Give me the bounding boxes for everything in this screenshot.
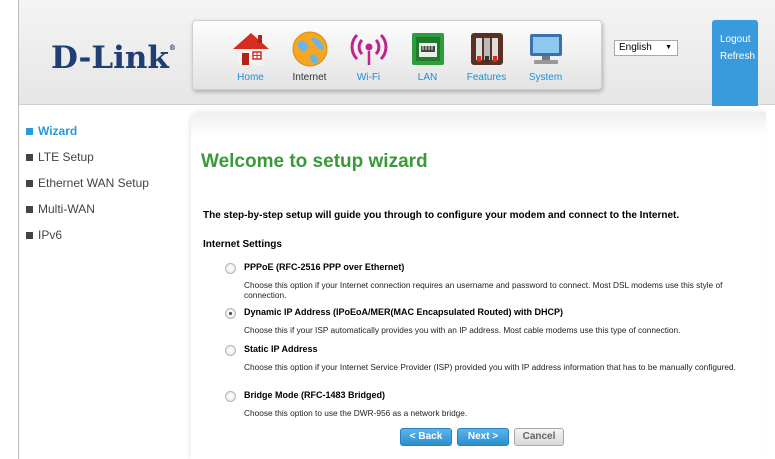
option-label: Bridge Mode (RFC-1483 Bridged) (244, 390, 386, 400)
page-title: Welcome to setup wizard (201, 151, 428, 172)
nav-system-label: System (528, 72, 563, 83)
refresh-link[interactable]: Refresh (712, 51, 758, 62)
cancel-button[interactable]: Cancel (514, 428, 564, 446)
sidebar-item-multi-wan[interactable]: Multi-WAN (26, 196, 149, 222)
square-bullet-icon (26, 231, 33, 239)
sidebar: Wizard LTE Setup Ethernet WAN Setup Mult… (26, 118, 149, 248)
sidebar-item-lte-setup[interactable]: LTE Setup (26, 144, 149, 170)
globe-icon (292, 31, 327, 67)
sidebar-item-label: Wizard (38, 124, 78, 138)
content-panel-shade (191, 112, 766, 136)
option-description: Choose this option to use the DWR-956 as… (244, 408, 468, 418)
wifi-icon (350, 33, 387, 65)
computer-icon (529, 34, 562, 64)
nav-home[interactable]: Home (221, 21, 280, 91)
sidebar-item-wizard[interactable]: Wizard (26, 118, 149, 144)
sidebar-item-ipv6[interactable]: IPv6 (26, 222, 149, 248)
intro-text: The step-by-step setup will guide you th… (203, 210, 680, 221)
nav-lan-label: LAN (417, 72, 438, 83)
nav-home-label: Home (237, 72, 264, 83)
account-panel: Logout Refresh (712, 20, 758, 106)
section-title: Internet Settings (203, 239, 282, 250)
square-bullet-icon (26, 153, 33, 161)
home-icon (232, 33, 269, 65)
main-nav: Home Internet Wi-Fi LAN Features System (192, 20, 602, 90)
chevron-down-icon: ▼ (665, 44, 672, 51)
nav-lan[interactable]: LAN (398, 21, 457, 91)
nav-wifi-label: Wi-Fi (356, 72, 381, 83)
pppoe-radio[interactable] (225, 263, 236, 274)
nav-features[interactable]: Features (457, 21, 516, 91)
nav-features-label: Features (466, 72, 507, 83)
option-description: Choose this option if your Internet Serv… (244, 362, 736, 372)
square-bullet-icon (26, 127, 33, 135)
language-select-value: English (619, 42, 652, 53)
lan-port-icon (411, 33, 444, 65)
sidebar-item-label: IPv6 (38, 228, 63, 242)
bridge-mode-radio[interactable] (225, 391, 236, 402)
back-button[interactable]: < Back (400, 428, 452, 446)
static-ip-radio[interactable] (225, 345, 236, 356)
nav-system[interactable]: System (516, 21, 575, 91)
option-description: Choose this if your ISP automatically pr… (244, 325, 681, 335)
option-description: Choose this option if your Internet conn… (244, 280, 723, 300)
next-button[interactable]: Next > (457, 428, 509, 446)
language-select[interactable]: English ▼ (614, 40, 678, 56)
square-bullet-icon (26, 205, 33, 213)
sidebar-item-label: Multi-WAN (38, 202, 95, 216)
sidebar-item-label: LTE Setup (38, 150, 94, 164)
logout-link[interactable]: Logout (712, 34, 758, 45)
nav-wifi[interactable]: Wi-Fi (339, 21, 398, 91)
nav-internet-label: Internet (292, 72, 327, 83)
sidebar-item-ethernet-wan-setup[interactable]: Ethernet WAN Setup (26, 170, 149, 196)
dlink-logo: D-Link® (51, 40, 176, 76)
tools-icon (470, 33, 503, 65)
dynamic-ip-radio[interactable] (225, 308, 236, 319)
option-label: Static IP Address (244, 344, 318, 354)
option-label: Dynamic IP Address (IPoEoA/MER(MAC Encap… (244, 307, 564, 317)
option-label: PPPoE (RFC-2516 PPP over Ethernet) (244, 262, 405, 272)
nav-internet[interactable]: Internet (280, 21, 339, 91)
square-bullet-icon (26, 179, 33, 187)
sidebar-item-label: Ethernet WAN Setup (38, 176, 149, 190)
